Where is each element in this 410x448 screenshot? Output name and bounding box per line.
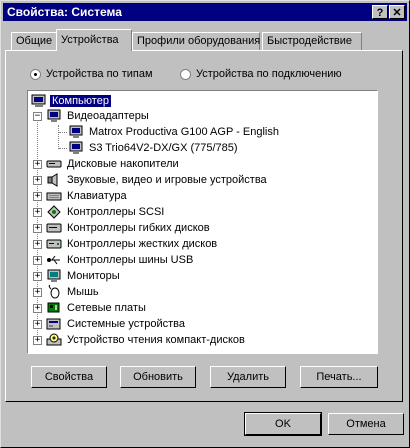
hdd-controller-icon (46, 239, 62, 249)
monitor-icon (69, 141, 83, 154)
expand-toggle[interactable]: + (33, 288, 42, 297)
remove-button[interactable]: Удалить (210, 366, 286, 388)
radio-by-type[interactable]: Устройства по типам (30, 68, 153, 80)
tree-item-matrox[interactable]: Matrox Productiva G100 AGP - English (68, 124, 281, 140)
tree-item-label: Контроллеры SCSI (67, 206, 165, 218)
radio-by-connection[interactable]: Устройства по подключению (180, 68, 342, 80)
system-device-icon (46, 318, 61, 330)
expand-toggle[interactable]: + (33, 256, 42, 265)
monitor-icon (69, 125, 83, 138)
tree-item-label: Контроллеры гибких дисков (67, 222, 210, 234)
keyboard-icon (46, 192, 62, 201)
close-icon[interactable]: ✕ (389, 5, 405, 19)
tree-root-label: Компьютер (50, 95, 111, 107)
tree-item-disk-drives[interactable]: Дисковые накопители (46, 156, 181, 172)
ok-button[interactable]: OK (244, 412, 322, 436)
tree-item-label: Контроллеры жестких дисков (67, 238, 218, 250)
tab-performance[interactable]: Быстродействие (262, 32, 362, 50)
expand-toggle[interactable]: + (33, 224, 42, 233)
speaker-icon (47, 173, 58, 187)
network-card-icon (47, 302, 60, 313)
help-button[interactable]: ? (372, 5, 388, 19)
properties-button[interactable]: Свойства (31, 366, 107, 388)
disk-drive-icon (46, 160, 62, 168)
scsi-icon (47, 205, 61, 219)
tree-item-keyboard[interactable]: Клавиатура (46, 188, 129, 204)
title-bar[interactable]: Свойства: Система ? ✕ (3, 3, 407, 21)
tree-item-scsi[interactable]: Контроллеры SCSI (46, 204, 166, 220)
computer-icon (31, 94, 46, 107)
tree-item-s3-trio[interactable]: S3 Trio64V2-DX/GX (775/785) (68, 140, 240, 156)
tree-item-network-cards[interactable]: Сетевые платы (46, 300, 148, 316)
device-tree[interactable]: Компьютер − Видеоадаптеры Matrox Product… (27, 90, 378, 354)
tree-item-cdrom[interactable]: Устройство чтения компакт-дисков (46, 332, 247, 348)
tree-item-usb-controllers[interactable]: Контроллеры шины USB (46, 252, 195, 268)
tree-item-label: Matrox Productiva G100 AGP - English (89, 126, 279, 138)
tree-item-label: Звуковые, видео и игровые устройства (67, 174, 267, 186)
cancel-button[interactable]: Отмена (328, 413, 404, 435)
monitor-icon (47, 269, 61, 282)
expand-toggle[interactable]: + (33, 208, 42, 217)
tree-item-floppy-controllers[interactable]: Контроллеры гибких дисков (46, 220, 212, 236)
floppy-controller-icon (46, 223, 62, 233)
expand-toggle[interactable]: + (33, 320, 42, 329)
tree-item-label: Видеоадаптеры (67, 110, 149, 122)
tree-line (59, 132, 67, 133)
tree-item-label: Клавиатура (67, 190, 127, 202)
tree-line (59, 148, 67, 149)
expand-toggle[interactable]: + (33, 336, 42, 345)
mouse-icon (48, 285, 60, 299)
tree-item-label: Устройство чтения компакт-дисков (67, 334, 245, 346)
tree-item-hdd-controllers[interactable]: Контроллеры жестких дисков (46, 236, 219, 252)
tab-general[interactable]: Общие (11, 32, 57, 50)
radio-by-type-label: Устройства по типам (46, 68, 153, 80)
tree-item-monitors[interactable]: Мониторы (46, 268, 122, 284)
tree-item-label: Системные устройства (67, 318, 186, 330)
tree-item-label: Сетевые платы (67, 302, 146, 314)
tree-line (58, 125, 59, 149)
tab-devices[interactable]: Устройства (56, 29, 132, 51)
expand-toggle[interactable]: + (33, 160, 42, 169)
tree-item-video-adapters[interactable]: Видеоадаптеры (46, 108, 151, 124)
monitor-icon (47, 109, 61, 122)
expand-toggle[interactable]: + (33, 176, 42, 185)
radio-by-connection-label: Устройства по подключению (196, 68, 342, 80)
tree-item-label: Дисковые накопители (67, 158, 179, 170)
expand-toggle[interactable]: + (33, 240, 42, 249)
tree-item-label: Мониторы (67, 270, 120, 282)
tree-item-label: Контроллеры шины USB (67, 254, 194, 266)
window-title: Свойства: Система (7, 5, 122, 19)
tree-item-mouse[interactable]: Мышь (46, 284, 101, 300)
usb-icon (47, 255, 60, 265)
tree-root-computer[interactable]: Компьютер (31, 93, 111, 109)
tree-item-label: Мышь (67, 286, 99, 298)
collapse-toggle[interactable]: − (33, 112, 42, 121)
expand-toggle[interactable]: + (33, 304, 42, 313)
refresh-button[interactable]: Обновить (120, 366, 196, 388)
tab-hardware-profiles[interactable]: Профили оборудования (132, 32, 260, 50)
tree-item-sound-video-game[interactable]: Звуковые, видео и игровые устройства (46, 172, 269, 188)
print-button[interactable]: Печать... (300, 366, 378, 388)
radio-button-unchecked[interactable] (180, 68, 191, 80)
expand-toggle[interactable]: + (33, 192, 42, 201)
expand-toggle[interactable]: + (33, 272, 42, 281)
radio-button-checked[interactable] (30, 68, 41, 80)
cdrom-icon (46, 333, 62, 346)
tree-item-label: S3 Trio64V2-DX/GX (775/785) (89, 142, 238, 154)
tree-item-system-devices[interactable]: Системные устройства (46, 316, 187, 332)
